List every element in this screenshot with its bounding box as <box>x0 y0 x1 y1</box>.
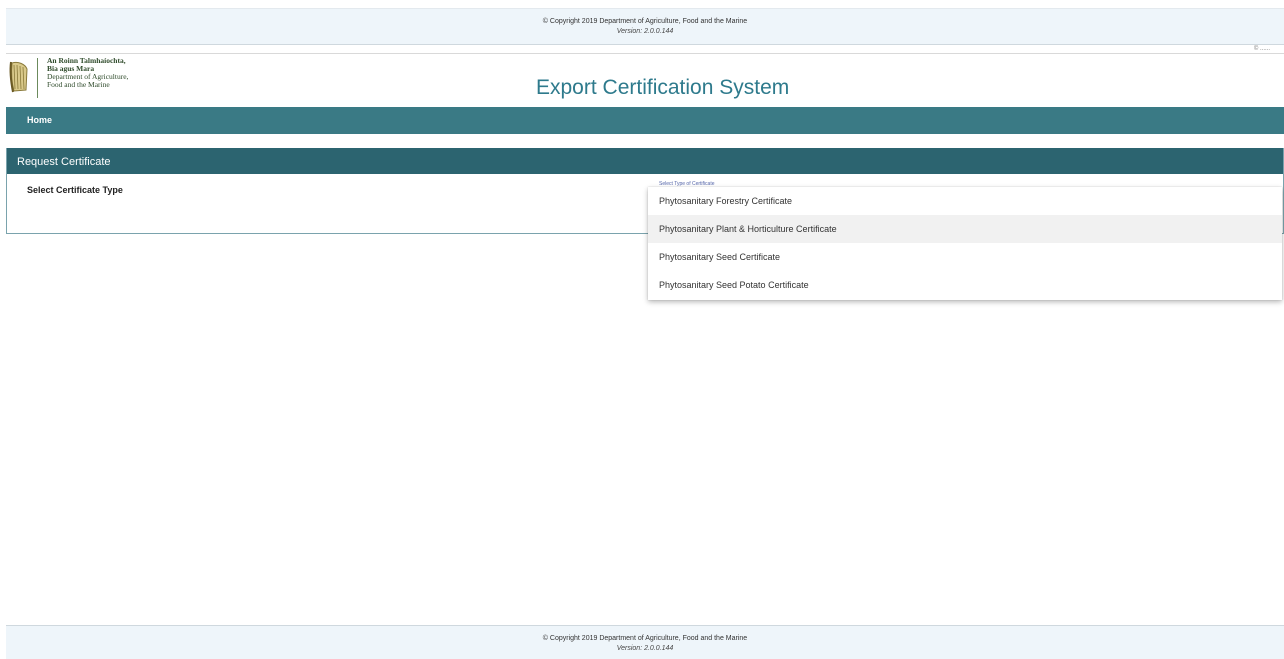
certificate-type-label: Select Certificate Type <box>27 185 123 195</box>
top-footer: © Copyright 2019 Department of Agricultu… <box>6 8 1284 45</box>
logo-divider <box>37 58 38 98</box>
bottom-footer: © Copyright 2019 Department of Agricultu… <box>6 625 1284 659</box>
bottom-footer-copyright: © Copyright 2019 Department of Agricultu… <box>542 635 748 642</box>
dropdown-option-seed[interactable]: Phytosanitary Seed Certificate <box>648 243 1282 271</box>
page: © Copyright 2019 Department of Agricultu… <box>0 0 1284 659</box>
harp-icon <box>9 61 28 93</box>
navbar: Home <box>6 107 1284 134</box>
dropdown-option-seed-potato[interactable]: Phytosanitary Seed Potato Certificate <box>648 271 1282 299</box>
panel-title: Request Certificate <box>7 148 1283 174</box>
header: An Roinn Talmhaíochta, Bia agus Mara Dep… <box>6 53 1284 107</box>
user-label: © ...... <box>1253 46 1270 52</box>
logo-line-4: Food and the Marine <box>47 80 110 89</box>
department-logo-text: An Roinn Talmhaíochta, Bia agus Mara Dep… <box>47 57 128 89</box>
app-title: Export Certification System <box>536 76 790 99</box>
nav-home-link[interactable]: Home <box>27 115 52 125</box>
top-footer-copyright: © Copyright 2019 Department of Agricultu… <box>542 18 748 25</box>
dropdown-option-plant-horticulture[interactable]: Phytosanitary Plant & Horticulture Certi… <box>648 215 1282 243</box>
certificate-type-dropdown: Phytosanitary Forestry Certificate Phyto… <box>648 187 1282 300</box>
dropdown-option-forestry[interactable]: Phytosanitary Forestry Certificate <box>648 187 1282 215</box>
top-footer-version: Version: 2.0.0.144 <box>616 28 674 35</box>
bottom-footer-version: Version: 2.0.0.144 <box>616 645 674 652</box>
